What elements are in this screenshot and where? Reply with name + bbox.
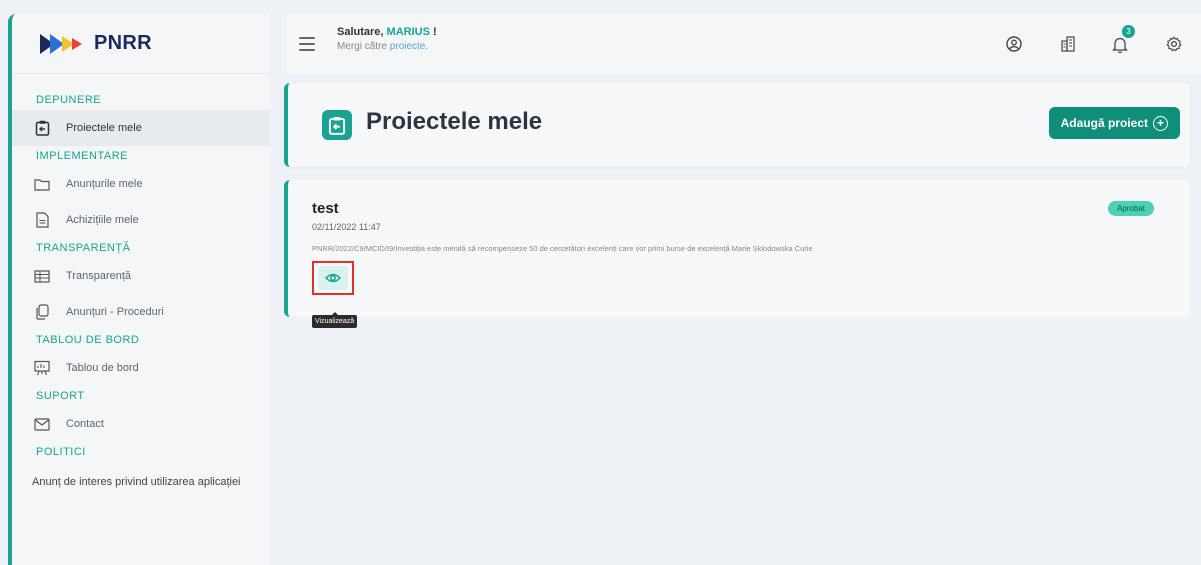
sidebar: PNRR DEPUNERE Proiectele mele IMPLEMENTA… xyxy=(8,14,270,565)
sidebar-item-achizitiile-mele[interactable]: Achizițiile mele xyxy=(12,202,270,238)
sidebar-item-anunturile-mele[interactable]: Anunțurile mele xyxy=(12,166,270,202)
copy-icon xyxy=(34,304,50,320)
plus-circle-icon: + xyxy=(1153,115,1168,131)
view-button-inner xyxy=(318,266,348,290)
status-badge: Aprobat xyxy=(1107,201,1154,216)
pnrr-logo-icon xyxy=(40,33,82,54)
section-title-politici: POLITICI xyxy=(36,446,86,458)
section-title-transparenta: TRANSPARENȚĂ xyxy=(36,242,131,254)
mail-icon xyxy=(34,416,50,432)
folder-icon xyxy=(34,176,50,192)
project-description: PNRR/2022/C9/MCID/I9/Investiția este men… xyxy=(312,244,813,253)
eye-icon xyxy=(325,273,341,283)
section-title-depunere: DEPUNERE xyxy=(36,94,102,106)
greeting-subline: Mergi către proiecte. xyxy=(337,41,437,52)
section-title-suport: SUPORT xyxy=(36,390,85,402)
sidebar-item-proiectele-mele[interactable]: Proiectele mele xyxy=(12,110,270,146)
settings-gear-icon[interactable] xyxy=(1163,33,1185,55)
greeting-suffix: ! xyxy=(429,26,437,38)
projects-link[interactable]: proiecte xyxy=(390,41,426,52)
view-tooltip: Vizualizează xyxy=(312,312,358,328)
sidebar-item-label: Anunțuri - Proceduri xyxy=(66,306,164,318)
notification-count-badge: 3 xyxy=(1122,25,1135,38)
greeting-line: Salutare, MARIUS ! xyxy=(337,26,437,38)
clipboard-return-icon xyxy=(34,120,50,136)
page-header-card: Proiectele mele Adaugă proiect + xyxy=(284,83,1190,167)
sidebar-item-label: Achizițiile mele xyxy=(66,214,139,226)
document-icon xyxy=(34,212,50,228)
table-icon xyxy=(34,268,50,284)
section-title-implementare: IMPLEMENTARE xyxy=(36,150,128,162)
sidebar-item-label: Tablou de bord xyxy=(66,362,139,374)
presentation-chart-icon xyxy=(34,360,50,376)
view-project-button[interactable] xyxy=(312,261,354,295)
project-card: test 02/11/2022 11:47 PNRR/2022/C9/MCID/… xyxy=(284,180,1190,317)
subline-suffix: . xyxy=(425,41,429,52)
add-project-label: Adaugă proiect xyxy=(1060,116,1148,130)
sidebar-item-transparenta[interactable]: Transparență xyxy=(12,258,270,294)
sidebar-item-contact[interactable]: Contact xyxy=(12,406,270,442)
section-title-tablou-de-bord: TABLOU DE BORD xyxy=(36,334,140,346)
sidebar-item-label: Proiectele mele xyxy=(66,122,142,134)
user-name: MARIUS xyxy=(386,26,430,38)
policy-link[interactable]: Anunț de interes privind utilizarea apli… xyxy=(12,476,270,488)
sidebar-item-tablou-de-bord[interactable]: Tablou de bord xyxy=(12,350,270,386)
project-date: 02/11/2022 11:47 xyxy=(312,222,381,232)
greeting: Salutare, MARIUS ! Mergi către proiecte. xyxy=(337,26,437,52)
clipboard-return-icon xyxy=(322,110,352,140)
sidebar-item-label: Anunțurile mele xyxy=(66,178,143,190)
brand-name: PNRR xyxy=(94,32,152,54)
subline-prefix: Mergi către xyxy=(337,41,390,52)
greeting-prefix: Salutare, xyxy=(337,26,387,38)
top-bar: Salutare, MARIUS ! Mergi către proiecte.… xyxy=(287,14,1201,74)
sidebar-item-label: Transparență xyxy=(66,270,132,282)
sidebar-item-label: Contact xyxy=(66,418,104,430)
hamburger-menu-icon[interactable] xyxy=(299,37,315,51)
add-project-button[interactable]: Adaugă proiect + xyxy=(1048,107,1180,139)
project-name: test xyxy=(312,200,339,217)
notifications-bell-icon[interactable]: 3 xyxy=(1109,25,1135,55)
user-profile-icon[interactable] xyxy=(1003,33,1025,55)
organization-building-icon[interactable] xyxy=(1057,33,1079,55)
sidebar-item-anunturi-proceduri[interactable]: Anunțuri - Proceduri xyxy=(12,294,270,330)
logo[interactable]: PNRR xyxy=(12,14,270,74)
page-title: Proiectele mele xyxy=(366,108,543,135)
